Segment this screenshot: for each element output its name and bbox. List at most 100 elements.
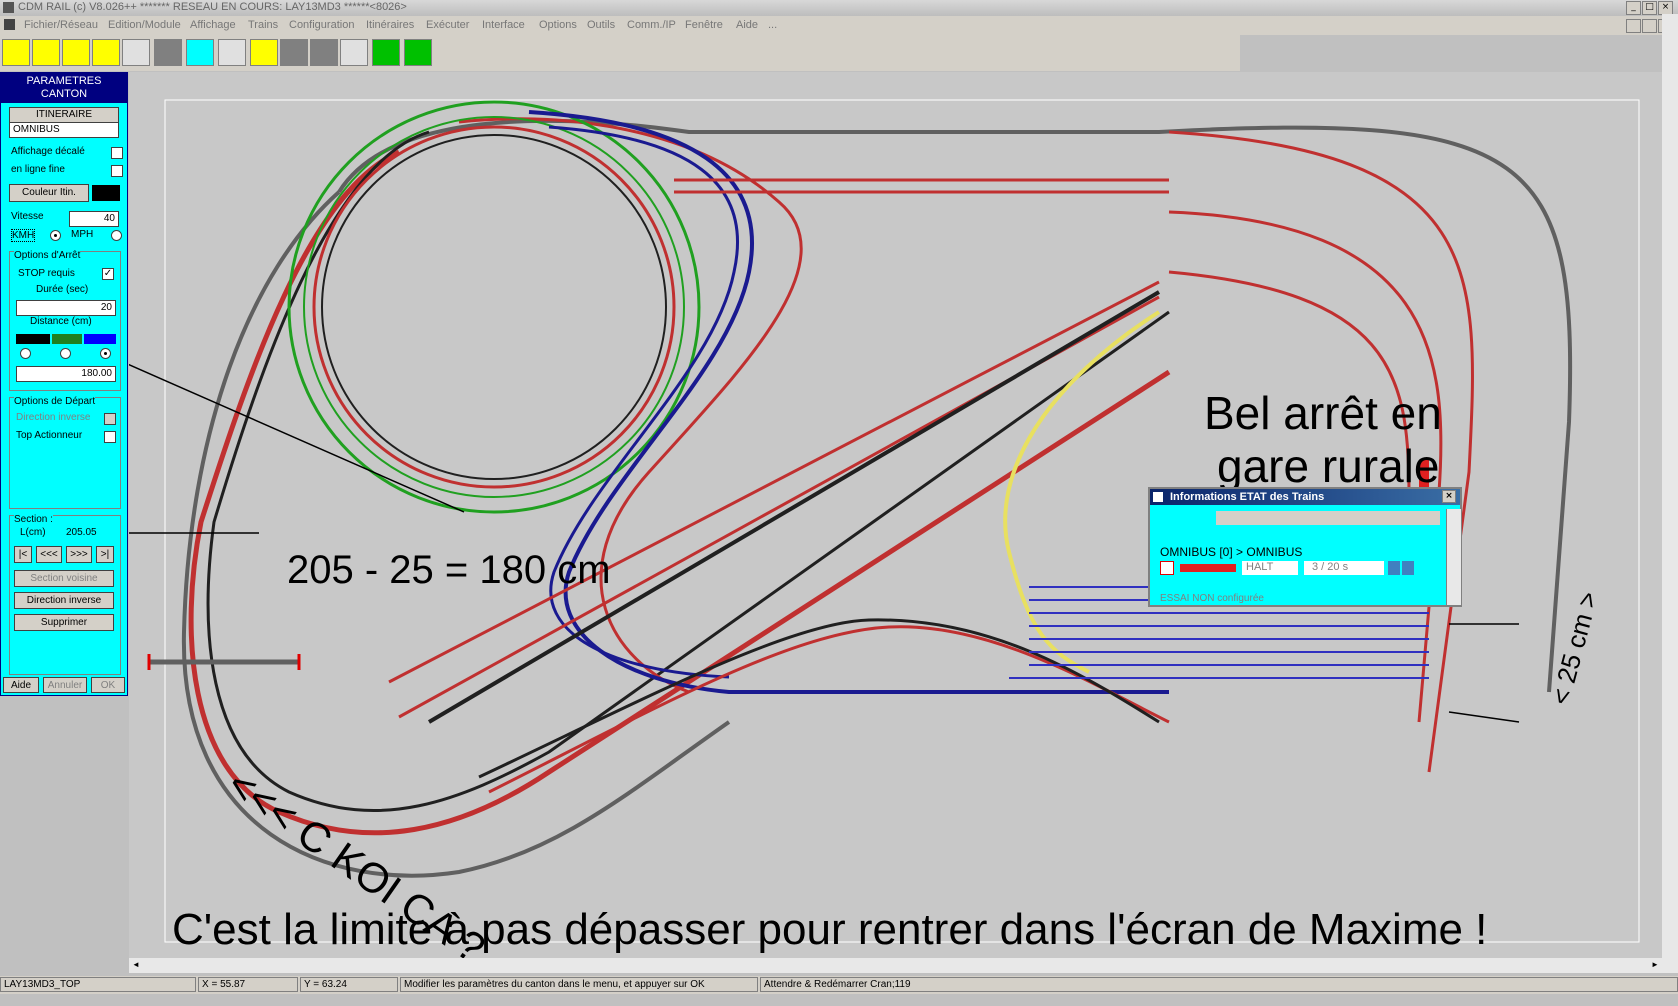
menu-interface[interactable]: Interface — [482, 19, 525, 31]
scroll-left-icon[interactable]: ◄ — [129, 958, 143, 972]
loop-reverse-tool-icon[interactable] — [92, 39, 120, 66]
lines-tool-icon[interactable] — [372, 39, 400, 66]
menu-comm-ip[interactable]: Comm./IP — [627, 19, 676, 31]
red-left-loop-2 — [458, 117, 803, 694]
menu-outils[interactable]: Outils — [587, 19, 615, 31]
doc-icon — [4, 19, 15, 30]
vitesse-label: Vitesse — [11, 211, 44, 222]
child-minimize-icon[interactable] — [1626, 19, 1641, 33]
train-middle-radio[interactable] — [60, 348, 71, 359]
stop-requis-checkbox[interactable]: ✓ — [102, 268, 114, 280]
dialog-scrollbar[interactable] — [1446, 509, 1461, 605]
ok-button[interactable]: OK — [91, 677, 125, 693]
track-tool-icon[interactable] — [404, 39, 432, 66]
blank-tool-1[interactable] — [122, 39, 150, 66]
direction-inverse-checkbox[interactable] — [104, 413, 116, 425]
status-layout: LAY13MD3_TOP — [0, 977, 196, 992]
blank-tool-3[interactable] — [340, 39, 368, 66]
arrow-split-tool-icon[interactable] — [186, 39, 214, 66]
menu-bar: Fichier/Réseau Edition/Module Affichage … — [0, 16, 1678, 35]
loop-tool-icon[interactable] — [2, 39, 30, 66]
close-button[interactable]: × — [1658, 1, 1673, 15]
menu-trains[interactable]: Trains — [248, 19, 278, 31]
en-ligne-fine-label: en ligne fine — [11, 164, 65, 175]
yellow-loop — [1003, 310, 1161, 674]
kmh-radio[interactable] — [50, 230, 61, 241]
green-circle-inner — [303, 116, 685, 498]
menu-executer[interactable]: Exécuter — [426, 19, 469, 31]
bottom-note-annotation: C'est la limite à pas dépasser pour rent… — [172, 905, 1488, 954]
maximize-button[interactable]: □ — [1642, 1, 1657, 15]
next-section-button[interactable]: >>> — [66, 546, 92, 563]
horizontal-scrollbar[interactable]: ◄ ► — [129, 958, 1662, 973]
train-line: OMNIBUS [0] > OMNIBUS — [1160, 545, 1303, 559]
section-group: Section : L(cm) 205.05 |< <<< >>> >| Sec… — [9, 514, 121, 675]
menu-itineraires[interactable]: Itinéraires — [366, 19, 414, 31]
grey-tool-2[interactable] — [280, 39, 308, 66]
aide-button[interactable]: Aide — [3, 677, 39, 693]
itineraire-field[interactable]: OMNIBUS — [9, 122, 119, 138]
menu-affichage[interactable]: Affichage — [190, 19, 236, 31]
title-bar: CDM RAIL (c) V8.026++ ******* RESEAU EN … — [0, 0, 1678, 16]
red-left-loop-1 — [188, 149, 1171, 836]
train-tool-icon[interactable] — [250, 39, 278, 66]
top-actionneur-checkbox[interactable] — [104, 431, 116, 443]
scroll-right-icon[interactable]: ► — [1648, 958, 1662, 972]
couleur-itin-button[interactable]: Couleur Itin. — [9, 184, 89, 202]
prev-section-button[interactable]: <<< — [36, 546, 62, 563]
itineraire-label: ITINERAIRE — [9, 107, 119, 123]
distance-pointer-line — [129, 363, 465, 513]
train-front-radio[interactable] — [20, 348, 31, 359]
crossing-tool-icon[interactable] — [62, 39, 90, 66]
itin-color-swatch[interactable] — [92, 185, 120, 201]
minimize-button[interactable]: _ — [1626, 1, 1641, 15]
child-restore-icon[interactable] — [1642, 19, 1657, 33]
panel-header-line1: PARAMETRES — [26, 75, 102, 87]
dialog-window-icon — [1153, 492, 1163, 502]
status-message: Modifier les paramètres du canton dans l… — [400, 977, 758, 992]
grey-tool-1[interactable] — [154, 39, 182, 66]
blank-tool-2[interactable] — [218, 39, 246, 66]
menu-aide[interactable]: Aide — [736, 19, 758, 31]
dialog-close-icon[interactable]: × — [1442, 490, 1456, 503]
dimension-line-bottom — [1448, 711, 1520, 723]
grey-tool-3[interactable] — [310, 39, 338, 66]
top-actionneur-label: Top Actionneur — [16, 430, 83, 441]
red-diagonal-1 — [388, 280, 1160, 684]
annuler-button[interactable]: Annuler — [43, 677, 87, 693]
section-voisine-button[interactable]: Section voisine — [14, 570, 114, 587]
bel-arret-annotation-line2: gare rurale — [1217, 440, 1440, 492]
app-icon — [3, 2, 14, 13]
distance-field[interactable]: 180.00 — [16, 366, 116, 382]
menu-fichier[interactable]: Fichier/Réseau — [24, 19, 98, 31]
menu-more[interactable]: ... — [768, 19, 777, 31]
menu-edition[interactable]: Edition/Module — [108, 19, 181, 31]
supprimer-button[interactable]: Supprimer — [14, 614, 114, 631]
vitesse-field[interactable]: 40 — [69, 211, 119, 227]
menu-fenetre[interactable]: Fenêtre — [685, 19, 723, 31]
direction-inverse-button[interactable]: Direction inverse — [14, 592, 114, 609]
menu-configuration[interactable]: Configuration — [289, 19, 354, 31]
status-bar: LAY13MD3_TOP X = 55.87 Y = 63.24 Modifie… — [0, 976, 1678, 994]
affichage-decale-checkbox[interactable] — [111, 147, 123, 159]
train-rear-radio[interactable] — [100, 348, 111, 359]
formula-annotation: 205 - 25 = 180 cm — [287, 548, 611, 592]
train-counter: 3 / 20 s — [1304, 561, 1384, 575]
train-lock-icon[interactable] — [1402, 561, 1414, 575]
loop-arrow-tool-icon[interactable] — [32, 39, 60, 66]
last-section-button[interactable]: >| — [96, 546, 114, 563]
mph-radio[interactable] — [111, 230, 122, 241]
options-depart-label: Options de Départ — [14, 396, 96, 407]
dialog-progress-bar — [1216, 511, 1440, 525]
lcm-value: 205.05 — [66, 527, 97, 538]
black-circle — [321, 134, 667, 480]
en-ligne-fine-checkbox[interactable] — [111, 165, 123, 177]
first-section-button[interactable]: |< — [14, 546, 32, 563]
train-options-icon[interactable] — [1388, 561, 1400, 575]
vertical-scrollbar[interactable] — [1662, 14, 1678, 973]
train-color-bar — [1180, 564, 1236, 572]
status-x: X = 55.87 — [198, 977, 298, 992]
status-info: Attendre & Redémarrer Cran;119 — [760, 977, 1678, 992]
menu-options[interactable]: Options — [539, 19, 577, 31]
duree-field[interactable]: 20 — [16, 300, 116, 316]
